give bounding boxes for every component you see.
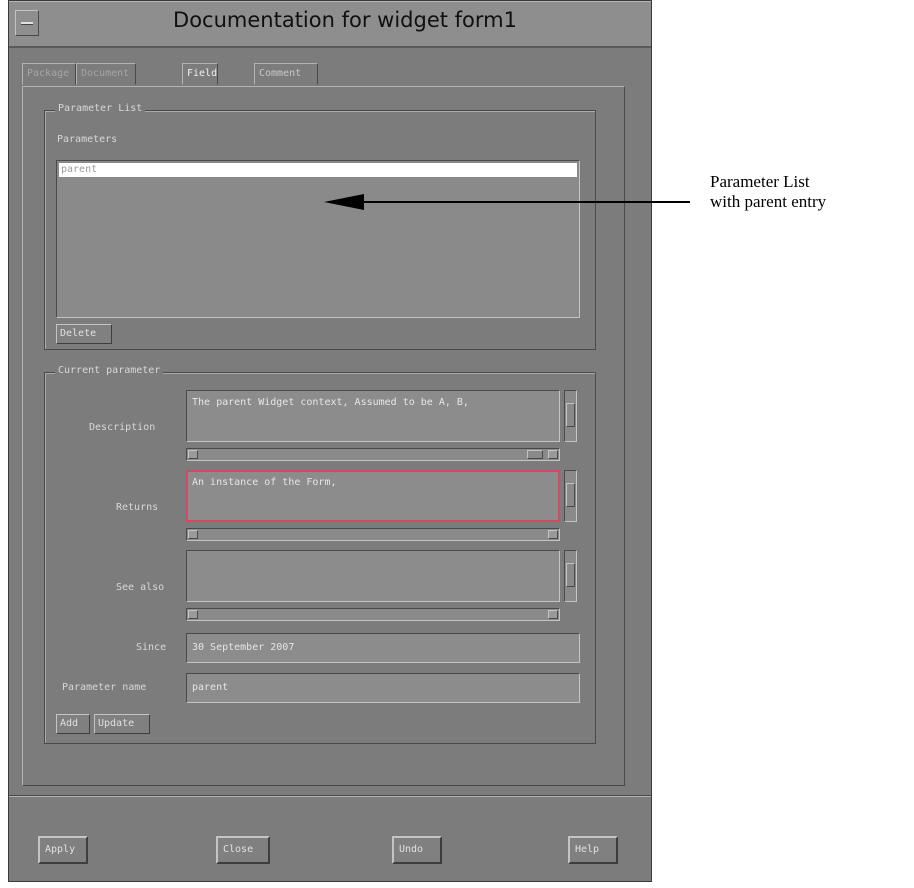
parameters-label: Parameters: [57, 134, 118, 145]
returns-horizontal-scrollbar[interactable]: [186, 528, 560, 541]
description-label: Description: [89, 422, 156, 433]
scroll-left-arrow-icon[interactable]: [188, 610, 198, 619]
list-item[interactable]: parent: [59, 163, 577, 177]
add-button[interactable]: Add: [56, 714, 90, 734]
callout-arrow-line: [362, 201, 690, 203]
update-button[interactable]: Update: [94, 714, 150, 734]
see-also-horizontal-scrollbar[interactable]: [186, 608, 560, 621]
scroll-thumb[interactable]: [566, 483, 575, 507]
scroll-right-arrow-icon[interactable]: [548, 450, 558, 459]
button-bar: [9, 796, 651, 881]
window-title: Documentation for widget form1: [173, 8, 517, 32]
tab-field[interactable]: Field: [182, 63, 218, 85]
returns-label: Returns: [116, 502, 159, 513]
scroll-thumb[interactable]: [527, 450, 543, 459]
help-button[interactable]: Help: [568, 836, 618, 864]
description-horizontal-scrollbar[interactable]: [186, 448, 560, 461]
see-also-textarea[interactable]: [186, 550, 560, 602]
description-vertical-scrollbar[interactable]: [564, 390, 577, 442]
callout-line-2: with parent entry: [710, 192, 827, 211]
parameter-name-field[interactable]: parent: [186, 673, 580, 703]
tab-comment[interactable]: Comment: [254, 63, 318, 85]
see-also-label: See also: [116, 582, 165, 593]
undo-button[interactable]: Undo: [392, 836, 442, 864]
tab-document[interactable]: Document: [76, 63, 136, 85]
parameters-listbox[interactable]: parent: [56, 160, 580, 318]
callout-arrow-icon: [324, 194, 364, 210]
scroll-left-arrow-icon[interactable]: [188, 450, 198, 459]
see-also-vertical-scrollbar[interactable]: [564, 550, 577, 602]
window-menu-icon[interactable]: [15, 10, 39, 36]
returns-vertical-scrollbar[interactable]: [564, 470, 577, 522]
returns-textarea[interactable]: An instance of the Form,: [186, 470, 560, 522]
scroll-left-arrow-icon[interactable]: [188, 530, 198, 539]
parameter-list-group-title: Parameter List: [55, 103, 146, 114]
current-parameter-group-title: Current parameter: [55, 365, 164, 376]
callout-text: Parameter List with parent entry: [710, 172, 826, 212]
parameter-name-label: Parameter name: [62, 682, 147, 693]
callout-line-1: Parameter List: [710, 172, 810, 191]
since-field[interactable]: 30 September 2007: [186, 633, 580, 663]
scroll-thumb[interactable]: [566, 563, 575, 587]
description-textarea[interactable]: The parent Widget context, Assumed to be…: [186, 390, 560, 442]
close-button[interactable]: Close: [216, 836, 270, 864]
delete-button[interactable]: Delete: [56, 324, 112, 344]
scroll-right-arrow-icon[interactable]: [548, 530, 558, 539]
tab-package[interactable]: Package: [22, 63, 76, 85]
apply-button[interactable]: Apply: [38, 836, 88, 864]
title-bar[interactable]: Documentation for widget form1: [9, 1, 651, 48]
scroll-thumb[interactable]: [566, 403, 575, 427]
scroll-right-arrow-icon[interactable]: [548, 610, 558, 619]
since-label: Since: [136, 642, 167, 653]
